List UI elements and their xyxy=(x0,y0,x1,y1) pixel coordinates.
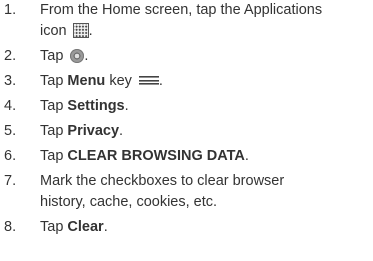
step-1: 1. From the Home screen, tap the Applica… xyxy=(0,0,373,42)
step-number: 3. xyxy=(4,73,17,89)
menu-key-icon xyxy=(138,76,159,85)
step-number: 6. xyxy=(4,148,17,164)
applications-grid-icon xyxy=(72,23,89,38)
step-text: From the Home screen, tap the Applicatio… xyxy=(40,2,323,18)
step-keyword: Menu xyxy=(67,73,106,89)
step-keyword: Privacy xyxy=(67,123,120,139)
step-2: 2. Tap . xyxy=(0,46,373,67)
step-keyword: Clear xyxy=(67,219,104,235)
step-3: 3. Tap Menu key . xyxy=(0,71,373,92)
step-7: 7. Mark the checkboxes to clear browser … xyxy=(0,171,373,213)
step-8: 8. Tap Clear. xyxy=(0,217,373,238)
step-text: Tap xyxy=(40,48,64,64)
step-punctuation: . xyxy=(119,123,124,139)
step-text: Tap xyxy=(40,123,64,139)
step-punctuation: . xyxy=(84,48,89,64)
step-text: history, cache, cookies, etc. xyxy=(40,194,218,210)
instruction-steps: 1. From the Home screen, tap the Applica… xyxy=(0,0,373,242)
step-number: 5. xyxy=(4,123,17,139)
step-text: Tap xyxy=(40,219,64,235)
step-text: key xyxy=(109,73,132,89)
step-5: 5. Tap Privacy. xyxy=(0,121,373,142)
step-punctuation: . xyxy=(124,98,129,114)
step-keyword: CLEAR BROWSING DATA xyxy=(67,148,245,164)
step-number: 8. xyxy=(4,219,17,235)
step-number: 7. xyxy=(4,173,17,189)
step-text: Tap xyxy=(40,73,64,89)
step-text: Tap xyxy=(40,148,64,164)
step-text: icon xyxy=(40,23,67,39)
step-text: Mark the checkboxes to clear browser xyxy=(40,173,285,189)
step-6: 6. Tap CLEAR BROWSING DATA. xyxy=(0,146,373,167)
step-punctuation: . xyxy=(244,148,249,164)
step-4: 4. Tap Settings. xyxy=(0,96,373,117)
step-number: 1. xyxy=(4,2,17,18)
step-punctuation: . xyxy=(88,23,93,39)
step-number: 2. xyxy=(4,48,17,64)
step-keyword: Settings xyxy=(67,98,125,114)
step-punctuation: . xyxy=(103,219,108,235)
step-text: Tap xyxy=(40,98,64,114)
step-number: 4. xyxy=(4,98,17,114)
browser-icon xyxy=(70,49,85,63)
step-punctuation: . xyxy=(158,73,163,89)
